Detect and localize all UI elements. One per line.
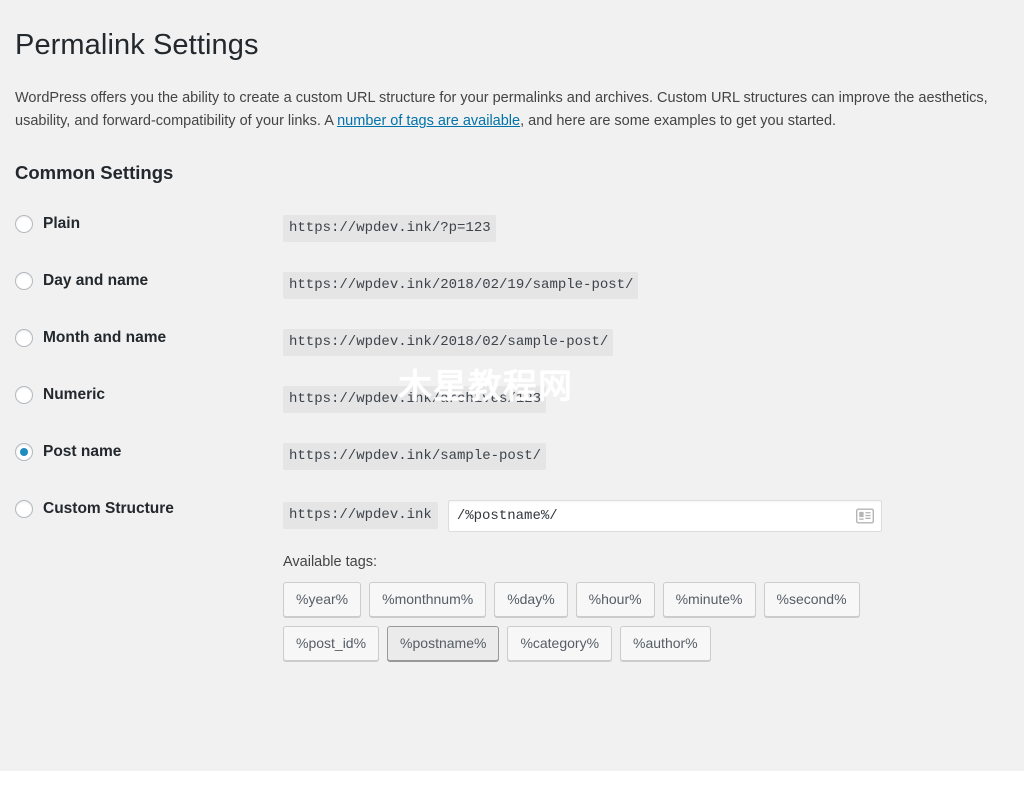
page-title: Permalink Settings xyxy=(15,29,259,61)
example-url-day-and-name: https://wpdev.ink/2018/02/19/sample-post… xyxy=(283,271,639,299)
option-example-cell: https://wpdev.ink/sample-post/ xyxy=(283,428,1004,485)
option-label-cell: Custom Structure xyxy=(15,485,283,676)
available-tags-row-1: %year% %monthnum% %day% %hour% %minute% … xyxy=(283,581,923,617)
tag-button-minute[interactable]: %minute% xyxy=(662,581,756,617)
option-example-cell: https://wpdev.ink/?p=123 xyxy=(283,200,1004,257)
tag-button-second[interactable]: %second% xyxy=(763,581,860,617)
custom-structure-input[interactable] xyxy=(447,499,882,532)
option-row-month-and-name: Month and name https://wpdev.ink/2018/02… xyxy=(15,314,1004,371)
custom-structure-row: https://wpdev.ink xyxy=(283,499,994,532)
option-row-day-and-name: Day and name https://wpdev.ink/2018/02/1… xyxy=(15,257,1004,314)
tag-button-hour[interactable]: %hour% xyxy=(575,581,655,617)
tag-button-monthnum[interactable]: %monthnum% xyxy=(369,581,487,617)
tag-button-postname[interactable]: %postname% xyxy=(387,625,500,661)
custom-structure-input-wrap xyxy=(447,499,882,532)
option-row-numeric: Numeric https://wpdev.ink/archives/123 xyxy=(15,371,1004,428)
permalink-options-table: Plain https://wpdev.ink/?p=123 Day and n… xyxy=(15,200,1004,676)
permalink-options-body: Plain https://wpdev.ink/?p=123 Day and n… xyxy=(15,200,1004,676)
example-url-month-and-name: https://wpdev.ink/2018/02/sample-post/ xyxy=(283,328,614,356)
option-example-cell: https://wpdev.ink/2018/02/sample-post/ xyxy=(283,314,1004,371)
option-example-cell: https://wpdev.ink/archives/123 xyxy=(283,371,1004,428)
radio-button-day-and-name[interactable] xyxy=(15,271,33,290)
settings-content: Permalink Settings WordPress offers you … xyxy=(0,0,1024,676)
custom-structure-prefix: https://wpdev.ink xyxy=(283,502,438,530)
tag-button-author[interactable]: %author% xyxy=(620,625,711,661)
available-tags-label: Available tags: xyxy=(283,553,378,570)
option-row-custom-structure: Custom Structure https://wpdev.ink /%pos… xyxy=(15,485,1004,676)
radio-button-numeric[interactable] xyxy=(15,385,33,404)
option-row-plain: Plain https://wpdev.ink/?p=123 xyxy=(15,200,1004,257)
radio-button-plain[interactable] xyxy=(15,214,33,233)
option-label-cell: Numeric xyxy=(15,371,283,428)
radio-label-text: Numeric xyxy=(43,385,106,403)
radio-label-text: Post name xyxy=(43,442,122,460)
intro-paragraph: WordPress offers you the ability to crea… xyxy=(15,87,1004,134)
example-url-numeric: https://wpdev.ink/archives/123 xyxy=(283,385,547,413)
permalink-settings-page: Permalink Settings WordPress offers you … xyxy=(0,0,1024,771)
option-label-cell: Post name xyxy=(15,428,283,485)
radio-option-post-name[interactable]: Post name xyxy=(15,442,273,461)
radio-button-month-and-name[interactable] xyxy=(15,328,33,347)
radio-option-month-and-name[interactable]: Month and name xyxy=(15,328,273,347)
example-url-post-name: https://wpdev.ink/sample-post/ xyxy=(283,442,547,470)
radio-label-text: Plain xyxy=(43,214,81,232)
tag-button-day[interactable]: %day% xyxy=(494,581,568,617)
custom-structure-cell: https://wpdev.ink /%postname%/ Available… xyxy=(283,485,1004,676)
radio-option-custom-structure[interactable]: Custom Structure xyxy=(15,499,273,518)
option-row-post-name: Post name https://wpdev.ink/sample-post/ xyxy=(15,428,1004,485)
option-example-cell: https://wpdev.ink/2018/02/19/sample-post… xyxy=(283,257,1004,314)
tag-button-category[interactable]: %category% xyxy=(507,625,613,661)
intro-text-part-2: , and here are some examples to get you … xyxy=(520,113,837,130)
radio-option-plain[interactable]: Plain xyxy=(15,214,273,233)
option-label-cell: Month and name xyxy=(15,314,283,371)
radio-label-text: Day and name xyxy=(43,271,149,289)
number-of-tags-link[interactable]: number of tags are available xyxy=(337,113,520,129)
radio-label-text: Month and name xyxy=(43,328,167,346)
example-url-plain: https://wpdev.ink/?p=123 xyxy=(283,214,496,242)
radio-button-custom-structure[interactable] xyxy=(15,499,33,518)
radio-label-text: Custom Structure xyxy=(43,499,174,517)
tag-button-year[interactable]: %year% xyxy=(283,581,362,617)
option-label-cell: Day and name xyxy=(15,257,283,314)
available-tags-list: %year% %monthnum% %day% %hour% %minute% … xyxy=(283,581,923,661)
option-label-cell: Plain xyxy=(15,200,283,257)
tag-button-post-id[interactable]: %post_id% xyxy=(283,625,380,661)
radio-button-post-name[interactable] xyxy=(15,442,33,461)
radio-option-numeric[interactable]: Numeric xyxy=(15,385,273,404)
radio-option-day-and-name[interactable]: Day and name xyxy=(15,271,273,290)
section-title-common-settings: Common Settings xyxy=(15,161,174,183)
available-tags-row-2: %post_id% %postname% %category% %author% xyxy=(283,625,923,661)
